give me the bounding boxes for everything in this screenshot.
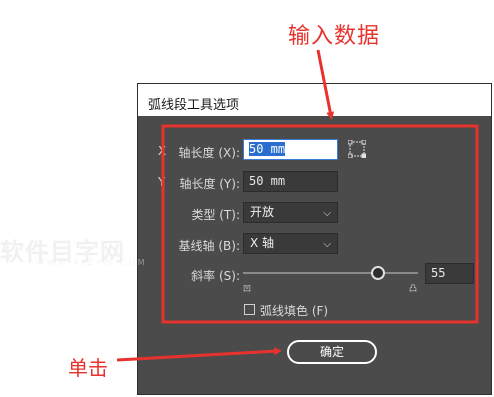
- reference-point-icon[interactable]: [348, 140, 366, 158]
- type-label: 类型 (T):: [191, 208, 240, 222]
- y-axis-prefix-letter: Y: [158, 175, 166, 189]
- watermark-url: WWW.RJZXW.COM: [36, 258, 148, 267]
- slope-value-input[interactable]: 55: [425, 263, 474, 284]
- base-axis-select[interactable]: X 轴 ⌵: [243, 233, 338, 254]
- fill-arc-checkbox[interactable]: [244, 304, 255, 315]
- chevron-down-icon: ⌵: [323, 208, 331, 219]
- y-axis-length-input[interactable]: 50 mm: [243, 171, 338, 192]
- annotation-enter-data: 输入数据: [288, 24, 381, 49]
- type-select[interactable]: 开放 ⌵: [243, 202, 338, 223]
- base-axis-select-value: X 轴: [250, 236, 275, 250]
- slope-slider-thumb[interactable]: [370, 266, 385, 280]
- slope-label: 斜率 (S):: [191, 269, 240, 283]
- concave-caption: 凹: [243, 284, 251, 293]
- ok-button[interactable]: 确定: [287, 340, 377, 364]
- type-select-value: 开放: [250, 205, 275, 219]
- dialog-title: 弧线段工具选项: [138, 84, 491, 116]
- chevron-down-icon: ⌵: [323, 239, 331, 250]
- fill-arc-label: 弧线填色 (F): [260, 304, 329, 318]
- x-axis-length-input[interactable]: 50 mm: [243, 139, 338, 160]
- y-axis-length-label: 轴长度 (Y):: [179, 177, 240, 191]
- x-axis-length-label: 轴长度 (X):: [178, 146, 240, 160]
- slope-slider-track[interactable]: [243, 272, 418, 274]
- annotation-click: 单击: [68, 356, 108, 380]
- x-axis-prefix-letter: X: [158, 144, 167, 158]
- base-axis-label: 基线轴 (B):: [178, 239, 240, 253]
- convex-caption: 凸: [409, 284, 417, 293]
